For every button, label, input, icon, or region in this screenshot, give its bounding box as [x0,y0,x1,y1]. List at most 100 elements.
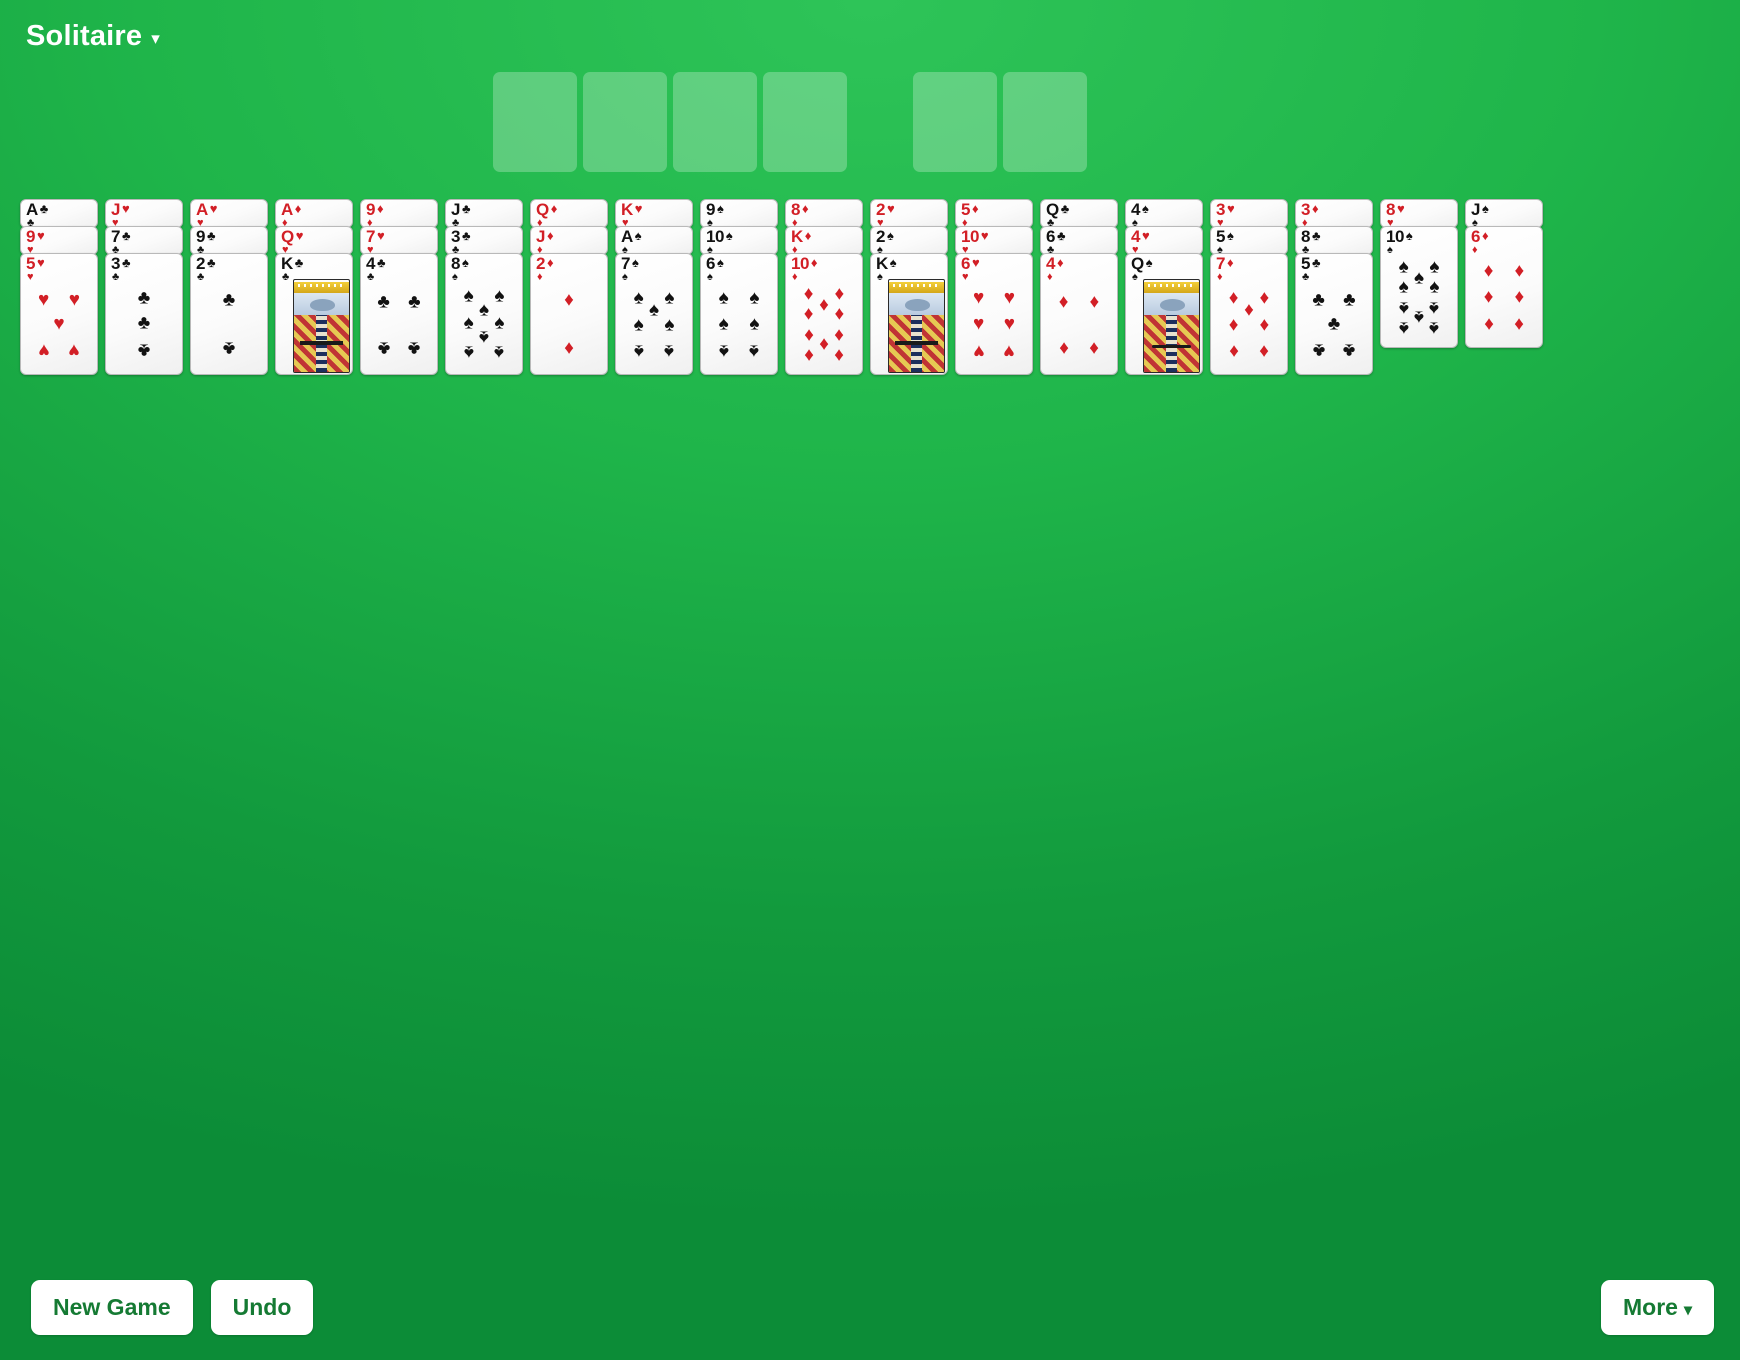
card-QC[interactable]: Q ♣ ♣ [1040,199,1118,228]
more-button[interactable]: More ▾ [1601,1280,1714,1335]
card-corner-index: 9 ♣ ♣ [196,228,216,254]
card-KC[interactable]: K ♣ ♣ [275,253,353,375]
card-5S[interactable]: 5 ♠ ♠ [1210,226,1288,255]
card-JD[interactable]: J ♦ ♦ [530,226,608,255]
card-pip: ♣ [377,291,390,313]
card-9H[interactable]: 9 ♥ ♥ [20,226,98,255]
page-title: Solitaire [26,20,143,52]
foundation-3[interactable] [673,72,757,172]
card-9D[interactable]: 9 ♦ ♦ [360,199,438,228]
foundation-4[interactable] [763,72,847,172]
card-2H[interactable]: 2 ♥ ♥ [870,199,948,228]
card-10H[interactable]: 10 ♥ ♥ [955,226,1033,255]
card-2S[interactable]: 2 ♠ ♠ [870,226,948,255]
card-10S[interactable]: 10 ♠ ♠ [700,226,778,255]
tableau-column-16[interactable]: 3 ♦ ♦ 8 ♣ ♣ 5 ♣ ♣ ♣ ♣ ♣ ♣ ♣ [1295,199,1373,375]
card-corner-index: 3 ♥ ♥ [1216,201,1235,227]
card-AD[interactable]: A ♦ ♦ [275,199,353,228]
card-pip: ♣ [137,287,151,309]
card-9C[interactable]: 9 ♣ ♣ [190,226,268,255]
app-menu-button[interactable]: Solitaire ▾ [26,22,160,51]
card-suit-icon: ♦ [1217,270,1223,283]
card-5C[interactable]: 5 ♣ ♣ ♣ ♣ ♣ ♣ ♣ [1295,253,1373,375]
tableau-column-4[interactable]: A ♦ ♦ Q ♥ ♥ K ♣ ♣ [275,199,353,375]
card-7C[interactable]: 7 ♣ ♣ [105,226,183,255]
foundation-6[interactable] [1003,72,1087,172]
card-KD[interactable]: K ♦ ♦ [785,226,863,255]
card-2C[interactable]: 2 ♣ ♣ ♣ ♣ [190,253,268,375]
card-5H[interactable]: 5 ♥ ♥ ♥ ♥ ♥ ♥ ♥ [20,253,98,375]
card-3H[interactable]: 3 ♥ ♥ [1210,199,1288,228]
tableau-column-7[interactable]: Q ♦ ♦ J ♦ ♦ 2 ♦ ♦ ♦ ♦ [530,199,608,375]
tableau-column-9[interactable]: 9 ♠ ♠ 10 ♠ ♠ 6 ♠ ♠ ♠ ♠ ♠ ♠ ♠ ♠ [700,199,778,375]
card-8H[interactable]: 8 ♥ ♥ [1380,199,1458,228]
card-5D[interactable]: 5 ♦ ♦ [955,199,1033,228]
card-6C[interactable]: 6 ♣ ♣ [1040,226,1118,255]
card-2D[interactable]: 2 ♦ ♦ ♦ ♦ [530,253,608,375]
tableau-column-17[interactable]: 8 ♥ ♥ 10 ♠ ♠ ♠ ♠ ♠ ♠ ♠ ♠ ♠ ♠ ♠ ♠ [1380,199,1458,375]
foundation-1[interactable] [493,72,577,172]
card-8C[interactable]: 8 ♣ ♣ [1295,226,1373,255]
card-8S[interactable]: 8 ♠ ♠ ♠ ♠ ♠ ♠ ♠ ♠ ♠ ♠ [445,253,523,375]
court-card-art [1143,279,1200,373]
card-suit-icon: ♣ [206,228,216,243]
card-AH[interactable]: A ♥ ♥ [190,199,268,228]
card-3C[interactable]: 3 ♣ ♣ [445,226,523,255]
card-corner-index: 4 ♥ ♥ [1131,228,1150,254]
card-6D[interactable]: 6 ♦ ♦ ♦ ♦ ♦ ♦ ♦ ♦ [1465,226,1543,348]
tableau-column-14[interactable]: 4 ♠ ♠ 4 ♥ ♥ Q ♠ ♠ [1125,199,1203,375]
tableau-column-15[interactable]: 3 ♥ ♥ 5 ♠ ♠ 7 ♦ ♦ ♦ ♦ ♦ ♦ ♦ ♦ ♦ [1210,199,1288,375]
card-QH[interactable]: Q ♥ ♥ [275,226,353,255]
card-suit-icon: ♠ [1141,201,1149,216]
tableau-column-10[interactable]: 8 ♦ ♦ K ♦ ♦ 10 ♦ ♦ ♦ ♦ ♦ ♦ ♦ ♦ ♦ ♦ ♦ ♦ [785,199,863,375]
card-10S[interactable]: 10 ♠ ♠ ♠ ♠ ♠ ♠ ♠ ♠ ♠ ♠ ♠ ♠ [1380,226,1458,348]
card-JS[interactable]: J ♠ ♠ [1465,199,1543,228]
tableau-column-3[interactable]: A ♥ ♥ 9 ♣ ♣ 2 ♣ ♣ ♣ ♣ [190,199,268,375]
card-KH[interactable]: K ♥ ♥ [615,199,693,228]
card-4C[interactable]: 4 ♣ ♣ ♣ ♣ ♣ ♣ [360,253,438,375]
card-pip: ♦ [1058,337,1069,359]
card-4H[interactable]: 4 ♥ ♥ [1125,226,1203,255]
card-7H[interactable]: 7 ♥ ♥ [360,226,438,255]
card-corner-index: 8 ♣ ♣ [1301,228,1321,254]
card-6S[interactable]: 6 ♠ ♠ ♠ ♠ ♠ ♠ ♠ ♠ [700,253,778,375]
new-game-button[interactable]: New Game [31,1280,193,1335]
card-pip: ♠ [648,299,660,321]
card-suit-icon: ♠ [1405,228,1413,243]
tableau-column-1[interactable]: A ♣ ♣ 9 ♥ ♥ 5 ♥ ♥ ♥ ♥ ♥ ♥ ♥ [20,199,98,375]
card-corner-index: A ♠ ♠ [621,228,642,254]
tableau-column-13[interactable]: Q ♣ ♣ 6 ♣ ♣ 4 ♦ ♦ ♦ ♦ ♦ ♦ [1040,199,1118,375]
tableau-column-6[interactable]: J ♣ ♣ 3 ♣ ♣ 8 ♠ ♠ ♠ ♠ ♠ ♠ ♠ ♠ ♠ ♠ [445,199,523,375]
card-pip: ♠ [1413,267,1425,289]
tableau-column-5[interactable]: 9 ♦ ♦ 7 ♥ ♥ 4 ♣ ♣ ♣ ♣ ♣ ♣ [360,199,438,375]
card-QS[interactable]: Q ♠ ♠ [1125,253,1203,375]
card-corner-index: 2 ♣ ♣ [196,255,216,282]
card-4D[interactable]: 4 ♦ ♦ ♦ ♦ ♦ ♦ [1040,253,1118,375]
card-6H[interactable]: 6 ♥ ♥ ♥ ♥ ♥ ♥ ♥ ♥ [955,253,1033,375]
card-7S[interactable]: 7 ♠ ♠ ♠ ♠ ♠ ♠ ♠ ♠ ♠ [615,253,693,375]
card-7D[interactable]: 7 ♦ ♦ ♦ ♦ ♦ ♦ ♦ ♦ ♦ [1210,253,1288,375]
card-10D[interactable]: 10 ♦ ♦ ♦ ♦ ♦ ♦ ♦ ♦ ♦ ♦ ♦ ♦ [785,253,863,375]
card-QD[interactable]: Q ♦ ♦ [530,199,608,228]
card-8D[interactable]: 8 ♦ ♦ [785,199,863,228]
card-AS[interactable]: A ♠ ♠ [615,226,693,255]
card-pip: ♠ [718,340,729,362]
foundation-5[interactable] [913,72,997,172]
tableau-column-11[interactable]: 2 ♥ ♥ 2 ♠ ♠ K ♠ ♠ [870,199,948,375]
tableau-column-2[interactable]: J ♥ ♥ 7 ♣ ♣ 3 ♣ ♣ ♣ ♣ ♣ [105,199,183,375]
card-3D[interactable]: 3 ♦ ♦ [1295,199,1373,228]
card-JH[interactable]: J ♥ ♥ [105,199,183,228]
card-pip: ♠ [1398,297,1409,319]
card-3C[interactable]: 3 ♣ ♣ ♣ ♣ ♣ [105,253,183,375]
tableau-column-12[interactable]: 5 ♦ ♦ 10 ♥ ♥ 6 ♥ ♥ ♥ ♥ ♥ ♥ ♥ ♥ [955,199,1033,375]
tableau-column-8[interactable]: K ♥ ♥ A ♠ ♠ 7 ♠ ♠ ♠ ♠ ♠ ♠ ♠ ♠ ♠ [615,199,693,375]
undo-button[interactable]: Undo [210,1280,314,1335]
tableau-column-18[interactable]: J ♠ ♠ 6 ♦ ♦ ♦ ♦ ♦ ♦ ♦ ♦ [1465,199,1543,375]
card-AC[interactable]: A ♣ ♣ [20,199,98,228]
card-pip: ♦ [1514,286,1525,308]
card-KS[interactable]: K ♠ ♠ [870,253,948,375]
card-JC[interactable]: J ♣ ♣ [445,199,523,228]
card-4S[interactable]: 4 ♠ ♠ [1125,199,1203,228]
card-9S[interactable]: 9 ♠ ♠ [700,199,778,228]
foundation-2[interactable] [583,72,667,172]
